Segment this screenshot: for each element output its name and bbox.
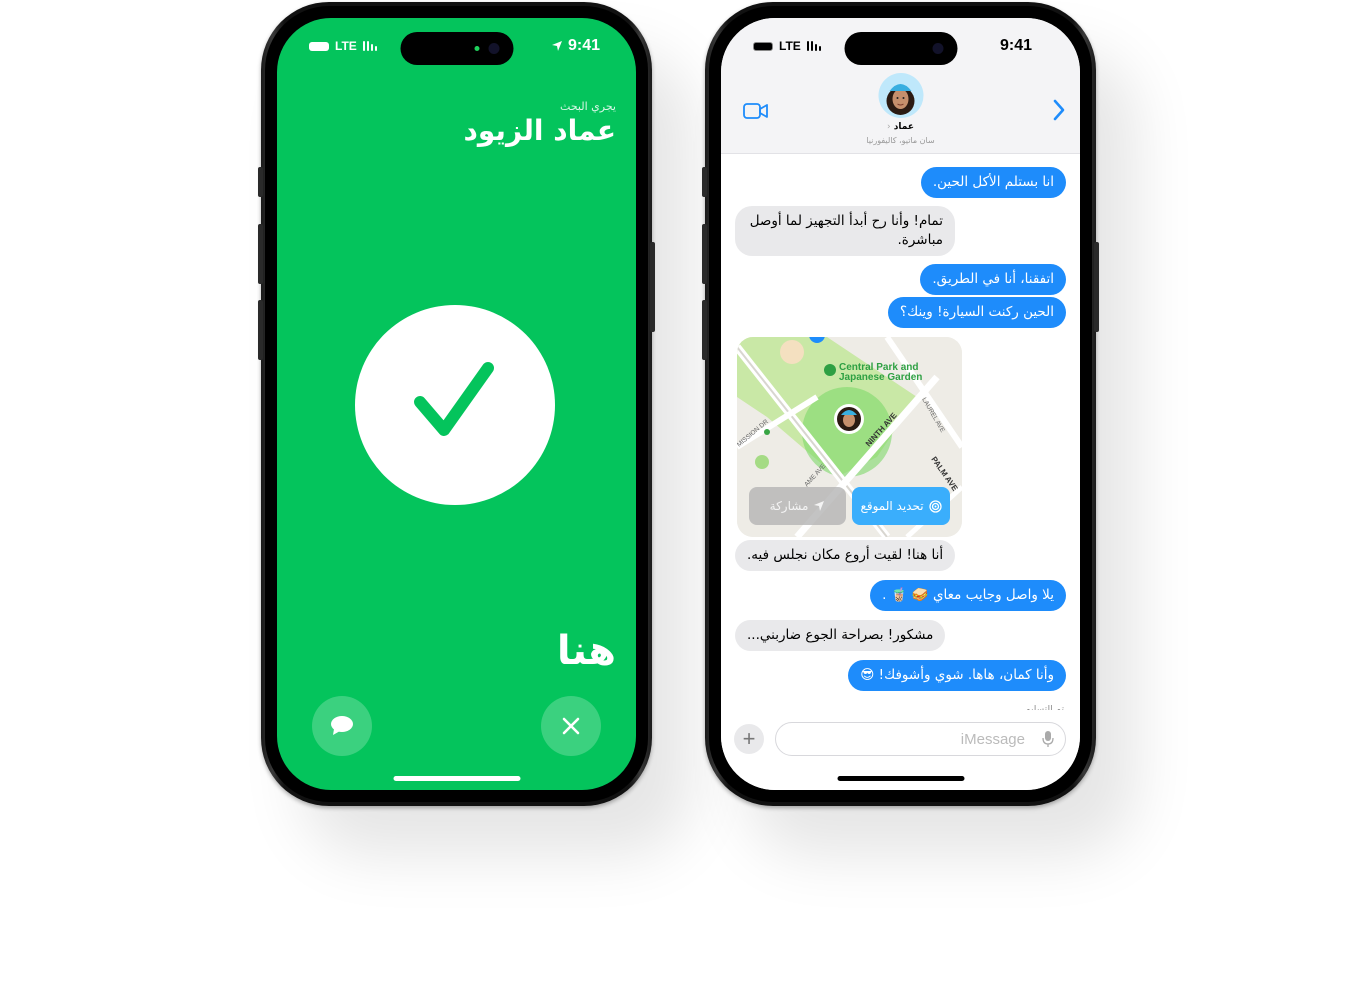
messages-screen: عماد ‹ سان ماتيو، كاليفورنيا LTE 9:41 ان… xyxy=(721,18,1080,790)
searching-label: يجري البحث xyxy=(560,100,616,113)
volume-up-button xyxy=(258,224,263,284)
checkmark-icon xyxy=(414,362,494,436)
power-button xyxy=(650,242,655,332)
contact-location: سان ماتيو، كاليفورنيا xyxy=(866,136,935,145)
volume-down-button xyxy=(258,300,263,360)
volume-down-button xyxy=(702,300,707,360)
message-thread: انا بستلم الأكل الحين. تمام! وأنا رح أبد… xyxy=(721,154,1080,710)
network-label: LTE xyxy=(779,39,801,53)
message-bubble[interactable]: يلا واصل وجايب معاي 🥪 🧋 . xyxy=(870,580,1066,611)
update-location-button[interactable]: تحديد الموقع xyxy=(852,487,950,525)
signal-icon xyxy=(362,41,378,51)
network-label: LTE xyxy=(335,39,357,53)
input-placeholder: iMessage xyxy=(960,730,1025,748)
phone-left: LTE 9:41 يجري البحث عماد الزيود هنا xyxy=(258,2,655,806)
message-bubble-icon xyxy=(331,716,353,735)
plus-icon: + xyxy=(742,726,756,751)
home-indicator[interactable] xyxy=(837,776,964,781)
message-bubble[interactable]: الحين ركنت السيارة! وينك؟ xyxy=(887,297,1066,328)
close-x-icon xyxy=(562,717,580,735)
map-place-label: Japanese Garden xyxy=(839,372,922,383)
check-in-complete-badge xyxy=(355,305,555,505)
message-bubble[interactable]: وأنا كمان، هاها. شوي وأشوفك! 😎 xyxy=(848,660,1066,691)
location-arrow-icon xyxy=(814,501,825,511)
action-button xyxy=(702,167,707,197)
video-camera-icon[interactable] xyxy=(743,102,769,120)
memoji-icon xyxy=(886,84,914,115)
clock: 9:41 xyxy=(567,37,600,54)
power-button xyxy=(1094,242,1099,332)
contact-name[interactable]: عماد ‹ xyxy=(721,122,1080,132)
person-name: عماد الزيود xyxy=(463,114,617,147)
message-bubble[interactable]: مشكور! بصراحة الجوع ضاربني... xyxy=(735,620,946,651)
contact-avatar[interactable] xyxy=(878,73,923,118)
location-map-card[interactable]: Central Park and Japanese Garden NINTH A… xyxy=(737,337,962,537)
message-bubble[interactable]: تمام! وأنا رح أبدأ التجهيز لما أوصل مباش… xyxy=(735,206,955,256)
close-button[interactable] xyxy=(541,696,601,756)
add-attachment-button[interactable]: + xyxy=(734,724,764,754)
home-indicator[interactable] xyxy=(393,776,520,781)
message-button[interactable] xyxy=(312,696,372,756)
clock: 9:41 xyxy=(999,37,1032,54)
signal-icon xyxy=(806,41,822,51)
dynamic-island xyxy=(844,32,957,65)
message-bubble[interactable]: أنا هنا! لقيت أروع مكان نجلس فيه. xyxy=(735,540,956,571)
share-location-button[interactable]: مشاركة xyxy=(749,487,846,525)
chevron-right-icon[interactable] xyxy=(1052,98,1066,122)
battery-icon xyxy=(309,41,329,51)
here-label: هنا xyxy=(556,628,616,674)
location-arrow-icon xyxy=(551,41,562,51)
check-in-screen: LTE 9:41 يجري البحث عماد الزيود هنا xyxy=(277,18,636,790)
volume-up-button xyxy=(702,224,707,284)
location-pulse-icon xyxy=(928,499,942,513)
message-bubble[interactable]: انا بستلم الأكل الحين. xyxy=(920,167,1066,198)
microphone-icon[interactable] xyxy=(1042,730,1054,748)
imessage-input[interactable]: iMessage xyxy=(775,722,1066,756)
phone-right: عماد ‹ سان ماتيو، كاليفورنيا LTE 9:41 ان… xyxy=(702,2,1099,806)
battery-icon xyxy=(753,41,773,51)
chevron-icon: ‹ xyxy=(887,122,891,132)
action-button xyxy=(258,167,263,197)
message-bubble[interactable]: اتفقنا، أنا في الطريق. xyxy=(920,264,1066,295)
dynamic-island xyxy=(400,32,513,65)
